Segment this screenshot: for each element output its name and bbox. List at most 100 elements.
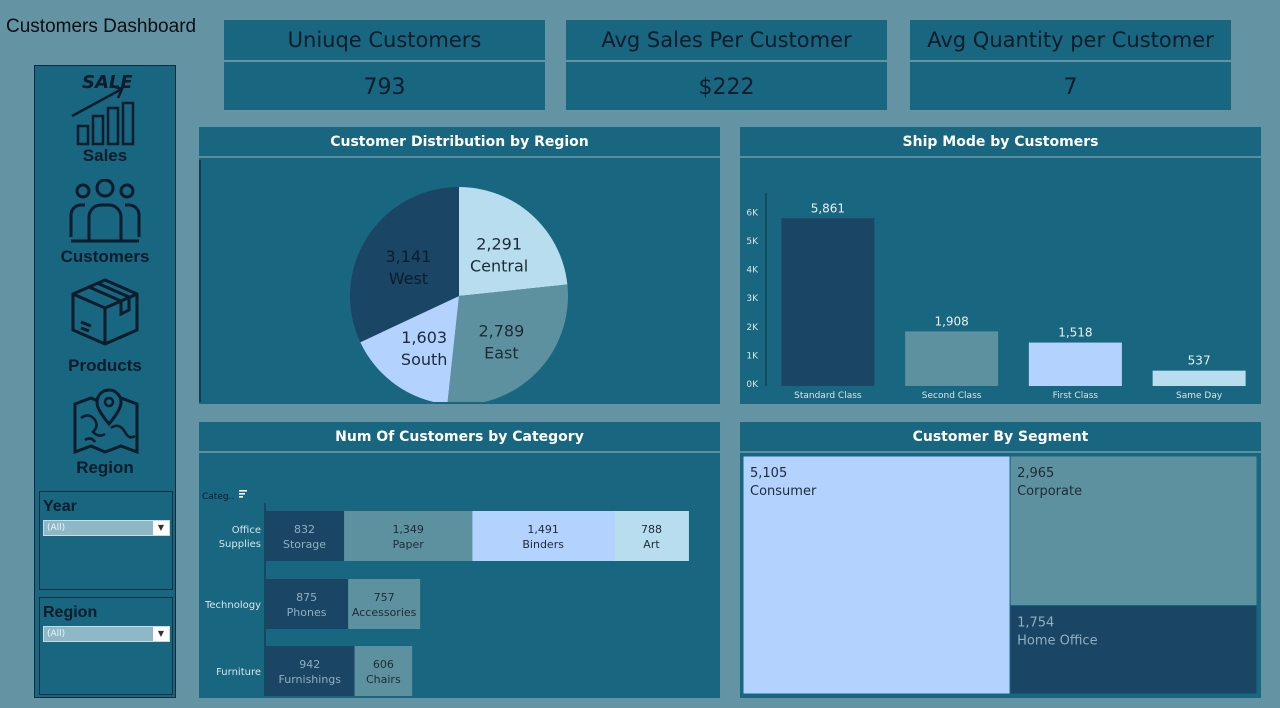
kpi-avg-sales-value: $222 xyxy=(566,62,887,110)
pie-value-label: 1,603 xyxy=(401,328,447,347)
category-panel: Num Of Customers by Category Categ.. Offi… xyxy=(199,422,720,698)
treemap-value-label: 2,965 xyxy=(1017,466,1054,481)
segment-value-label: 606 xyxy=(373,658,394,671)
category-axis-header: Categ.. xyxy=(202,492,234,502)
category-segment-accessories xyxy=(348,579,421,629)
segment-chart-title: Customer By Segment xyxy=(740,422,1261,453)
category-segment-storage xyxy=(265,511,345,561)
x-category-label: Same Day xyxy=(1176,391,1223,401)
ship-bar-first-class xyxy=(1028,342,1122,386)
bar-value-label: 1,908 xyxy=(934,314,968,328)
pie-value-label: 3,141 xyxy=(386,247,432,266)
nav-label-region: Region xyxy=(76,458,134,477)
treemap-name-label: Home Office xyxy=(1017,634,1097,649)
ship-mode-bar-chart: 0K 1K 2K 3K 4K 5K 6K 5,861 Standard Class 1,908 Se… xyxy=(746,193,1246,401)
category-row-label: Supplies xyxy=(219,539,261,550)
sales-chart-icon: SALE xyxy=(71,72,135,146)
kpi-unique-customers-label: Uniuqe Customers xyxy=(224,20,545,60)
ship-bar-second-class xyxy=(905,331,999,386)
x-category-label: First Class xyxy=(1053,391,1099,401)
year-dropdown-value: (All) xyxy=(47,523,66,533)
pie-category-label: West xyxy=(389,269,428,288)
segment-name-label: Storage xyxy=(283,538,326,551)
bar-value-label: 5,861 xyxy=(811,201,845,215)
sales-badge-text: SALE xyxy=(82,72,133,93)
nav-item-region[interactable]: Region xyxy=(35,384,175,478)
ship-bar-same-day xyxy=(1152,370,1246,386)
x-category-label: Second Class xyxy=(922,391,982,401)
segment-name-label: Binders xyxy=(522,538,564,551)
segment-value-label: 757 xyxy=(374,591,395,604)
bar-value-label: 1,518 xyxy=(1058,326,1092,340)
segment-value-label: 1,349 xyxy=(392,523,424,536)
users-group-icon xyxy=(69,178,141,243)
chevron-down-icon[interactable]: ▼ xyxy=(153,627,169,641)
treemap-name-label: Consumer xyxy=(750,484,817,499)
pie-category-label: Central xyxy=(470,256,528,275)
y-tick-label: 6K xyxy=(746,208,759,218)
kpi-avg-quantity-value: 7 xyxy=(910,62,1231,110)
category-segment-chairs xyxy=(354,646,413,696)
y-tick-label: 1K xyxy=(746,351,759,361)
ship-bar-standard-class xyxy=(781,218,875,386)
region-pie-chart: 2,291 Central 2,789 East 1,603 South 3,141 West xyxy=(199,160,568,405)
year-dropdown[interactable]: (All) ▼ xyxy=(43,520,170,536)
segment-value-label: 1,491 xyxy=(527,523,559,536)
y-tick-label: 0K xyxy=(746,380,759,390)
filter-region-label: Region xyxy=(43,604,98,621)
chevron-down-icon[interactable]: ▼ xyxy=(153,521,169,535)
pie-category-label: East xyxy=(484,343,519,362)
y-tick-label: 4K xyxy=(746,266,759,276)
segment-name-label: Furnishings xyxy=(279,673,342,686)
segment-name-label: Chairs xyxy=(366,673,401,686)
nav-item-customers[interactable]: Customers xyxy=(35,178,175,267)
segment-treemap: 5,105 Consumer 2,965 Corporate 1,754 Home Off… xyxy=(742,455,1258,695)
category-chart-title: Num Of Customers by Category xyxy=(199,422,720,453)
dashboard-title: Customers Dashboard xyxy=(6,16,197,37)
segment-value-label: 875 xyxy=(296,591,317,604)
kpi-avg-sales-label: Avg Sales Per Customer xyxy=(566,20,887,60)
pie-value-label: 2,789 xyxy=(478,321,524,340)
segment-value-label: 832 xyxy=(294,523,315,536)
box-icon xyxy=(71,278,139,346)
sidebar-nav: SALE Sales Customers Products Region Yea… xyxy=(34,65,176,698)
category-row-label: Office xyxy=(232,525,261,536)
y-tick-label: 5K xyxy=(746,237,759,247)
filter-year: Year (All) ▼ xyxy=(39,491,173,590)
nav-label-sales: Sales xyxy=(82,146,128,165)
ship-mode-chart-title: Ship Mode by Customers xyxy=(740,127,1261,158)
treemap-value-label: 5,105 xyxy=(750,466,787,481)
category-segment-phones xyxy=(265,579,349,629)
treemap-name-label: Corporate xyxy=(1017,484,1082,499)
treemap-value-label: 1,754 xyxy=(1017,616,1054,631)
region-chart-title: Customer Distribution by Region xyxy=(199,127,720,158)
x-category-label: Standard Class xyxy=(794,391,862,401)
category-stacked-bar-chart: Categ.. Office Supplies 832 Storage 1,349 Pape… xyxy=(202,490,689,696)
filter-region: Region (All) ▼ xyxy=(39,597,173,695)
category-row-label: Furniture xyxy=(216,667,261,678)
sort-icon xyxy=(239,490,247,498)
region-dropdown-value: (All) xyxy=(47,629,66,639)
nav-item-products[interactable]: Products xyxy=(35,274,175,376)
segment-name-label: Accessories xyxy=(352,606,417,619)
nav-item-sales[interactable]: SALE Sales xyxy=(35,68,175,166)
segment-name-label: Phones xyxy=(287,606,327,619)
segment-name-label: Paper xyxy=(393,538,425,551)
pie-value-label: 2,291 xyxy=(476,234,522,253)
category-segment-binders xyxy=(472,511,615,561)
category-row-label: Technology xyxy=(204,600,261,611)
nav-label-products: Products xyxy=(68,356,142,375)
category-segment-paper xyxy=(344,511,473,561)
filter-year-label: Year xyxy=(43,498,77,515)
region-distribution-panel: Customer Distribution by Region 2,291 Cen… xyxy=(199,127,720,405)
pie-category-label: South xyxy=(401,350,448,369)
y-tick-label: 3K xyxy=(746,294,759,304)
category-segment-furnishings xyxy=(265,646,355,696)
category-segment-art xyxy=(614,511,689,561)
map-pin-icon xyxy=(73,388,139,455)
bar-value-label: 537 xyxy=(1188,354,1211,368)
region-dropdown[interactable]: (All) ▼ xyxy=(43,626,170,642)
segment-value-label: 942 xyxy=(299,658,320,671)
kpi-unique-customers-value: 793 xyxy=(224,62,545,110)
ship-mode-panel: Ship Mode by Customers 0K 1K 2K 3K 4K 5K 6K 5,8… xyxy=(740,127,1261,404)
